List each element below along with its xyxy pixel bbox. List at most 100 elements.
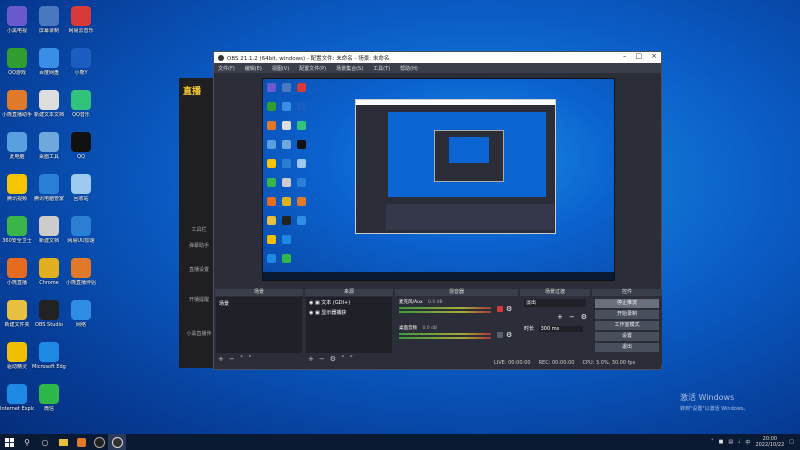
menu-edit[interactable]: 编辑(E) bbox=[245, 65, 262, 72]
preview-icon bbox=[267, 121, 276, 130]
chevron-up-icon[interactable]: ˄ bbox=[711, 439, 714, 445]
down-icon[interactable]: ˅ bbox=[350, 355, 354, 363]
desktop-icon[interactable]: 回收站 bbox=[64, 174, 98, 202]
menu-view[interactable]: 视图(V) bbox=[272, 65, 289, 72]
desktop-icon[interactable]: 网络 bbox=[64, 300, 98, 328]
scene-item[interactable]: 场景 bbox=[216, 297, 302, 310]
file-explorer-icon[interactable] bbox=[54, 434, 72, 450]
close-icon[interactable]: × bbox=[651, 52, 657, 60]
settings-button[interactable]: 设置 bbox=[595, 332, 659, 341]
menu-file[interactable]: 文件(F) bbox=[218, 65, 235, 72]
preview-icon bbox=[267, 102, 276, 111]
preview-icon bbox=[267, 197, 276, 206]
task-view-icon[interactable]: ○ bbox=[36, 434, 54, 450]
desktop-icon[interactable]: 新建文档 bbox=[32, 216, 66, 244]
desktop-slider[interactable] bbox=[399, 337, 491, 339]
remove-icon[interactable]: − bbox=[319, 355, 325, 363]
preview-icon bbox=[297, 216, 306, 225]
mic-slider[interactable] bbox=[399, 311, 491, 313]
desktop-icon[interactable]: QQ音乐 bbox=[64, 90, 98, 118]
source-item-text[interactable]: ◉ ▣ 文本 (GDI+) bbox=[306, 297, 392, 308]
app-icon bbox=[39, 216, 59, 236]
obs-taskbar-icon[interactable] bbox=[90, 434, 108, 450]
gear-icon[interactable]: ⚙ bbox=[506, 331, 512, 339]
desktop-icon-label: 此电脑 bbox=[9, 154, 25, 160]
search-icon[interactable]: ⚲ bbox=[18, 434, 36, 450]
add-icon[interactable]: + bbox=[308, 355, 314, 363]
desktop-icon[interactable]: 微信 bbox=[32, 384, 66, 412]
desktop-icon[interactable]: 网易UU加速 bbox=[64, 216, 98, 244]
down-icon[interactable]: ˅ bbox=[248, 355, 252, 363]
gear-icon[interactable]: ⚙ bbox=[506, 305, 512, 313]
preview-icon bbox=[297, 197, 306, 206]
notification-icon[interactable]: □ bbox=[789, 439, 794, 445]
add-icon[interactable]: + bbox=[557, 313, 563, 321]
exit-button[interactable]: 退出 bbox=[595, 343, 659, 352]
obs-window-title: OBS 21.1.2 (64bit, windows) - 配置文件: 未命名 … bbox=[227, 55, 390, 62]
desktop-icon[interactable]: 百度网盘 bbox=[32, 48, 66, 76]
stop-streaming-button[interactable]: 停止推流 bbox=[595, 299, 659, 308]
desktop-icon[interactable]: 新建文件夹 bbox=[0, 300, 34, 328]
gear-icon[interactable]: ⚙ bbox=[330, 355, 336, 363]
desktop-icon[interactable]: 小熊直播 bbox=[0, 258, 34, 286]
desktop-icon[interactable]: Chrome bbox=[32, 258, 66, 286]
transition-select[interactable]: 淡出 bbox=[524, 299, 586, 307]
menu-profile[interactable]: 配置文件(P) bbox=[299, 65, 326, 72]
duration-label: 时长 bbox=[524, 326, 535, 332]
desktop-icon[interactable]: 此电脑 bbox=[0, 132, 34, 160]
maximize-icon[interactable]: □ bbox=[636, 52, 643, 60]
desktop-icon[interactable]: 驱动精灵 bbox=[0, 342, 34, 370]
desktop-icon[interactable]: 网易云音乐 bbox=[64, 6, 98, 34]
desktop-icon[interactable]: QQ游戏 bbox=[0, 48, 34, 76]
obs-titlebar[interactable]: OBS 21.1.2 (64bit, windows) - 配置文件: 未命名 … bbox=[214, 52, 661, 63]
studio-mode-button[interactable]: 工作室模式 bbox=[595, 321, 659, 330]
menu-help[interactable]: 帮助(H) bbox=[400, 65, 418, 72]
desktop-icon[interactable]: QQ bbox=[64, 132, 98, 160]
start-recording-button[interactable]: 开始录制 bbox=[595, 310, 659, 319]
desktop-icon[interactable]: 小黑电视 bbox=[0, 6, 34, 34]
taskbar-clock[interactable]: 20:00 2022/10/22 bbox=[755, 436, 784, 448]
ime-icon[interactable]: 中 bbox=[745, 439, 750, 446]
source-item-display[interactable]: ◉ ▣ 显示器捕获 bbox=[306, 308, 392, 317]
desktop-icon[interactable]: 桌面工具 bbox=[32, 132, 66, 160]
start-button[interactable] bbox=[0, 434, 18, 450]
app-tray-icon[interactable]: ■ bbox=[719, 439, 724, 445]
desktop-icon[interactable]: 小熊直播伴侣 bbox=[64, 258, 98, 286]
network-icon[interactable]: ▤ bbox=[728, 439, 733, 445]
desktop-icon[interactable]: 腾讯视频 bbox=[0, 174, 34, 202]
remove-icon[interactable]: − bbox=[229, 355, 235, 363]
desktop-icon[interactable]: Microsoft Edge bbox=[32, 342, 66, 370]
lock-icon[interactable]: ▣ bbox=[315, 300, 320, 306]
obs-preview-canvas[interactable] bbox=[262, 78, 615, 281]
desktop-icon[interactable]: 腾讯电脑管家 bbox=[32, 174, 66, 202]
lock-icon[interactable]: ▣ bbox=[315, 310, 320, 316]
mute-mic-icon[interactable] bbox=[497, 306, 503, 312]
gear-icon[interactable]: ⚙ bbox=[581, 313, 587, 321]
preview-icon bbox=[267, 216, 276, 225]
desktop-icon[interactable]: Internet Explorer bbox=[0, 384, 34, 412]
speaker-icon[interactable] bbox=[497, 332, 503, 338]
remove-icon[interactable]: − bbox=[569, 313, 575, 321]
duration-input[interactable]: 300 ms bbox=[538, 326, 583, 332]
menu-scene-collection[interactable]: 场景集合(S) bbox=[336, 65, 363, 72]
eye-icon[interactable]: ◉ bbox=[309, 310, 313, 316]
desktop-icon-label: 小黑电视 bbox=[6, 28, 27, 34]
desktop-icon[interactable]: 小熊Y bbox=[64, 48, 98, 76]
obs-active-taskbar-icon[interactable] bbox=[108, 434, 126, 450]
preview-icon bbox=[282, 254, 291, 263]
desktop-icon[interactable]: 360安全卫士 bbox=[0, 216, 34, 244]
volume-icon[interactable]: ♩ bbox=[738, 439, 740, 445]
menu-tools[interactable]: 工具(T) bbox=[373, 65, 390, 72]
up-icon[interactable]: ˄ bbox=[341, 355, 345, 363]
desktop-icon[interactable]: 新建文本文档 bbox=[32, 90, 66, 118]
desktop-icon[interactable]: 小熊直播助手 bbox=[0, 90, 34, 118]
preview-icon bbox=[282, 159, 291, 168]
desktop-icon[interactable]: OBS Studio bbox=[32, 300, 66, 328]
minimize-icon[interactable]: – bbox=[623, 52, 627, 60]
up-icon[interactable]: ˄ bbox=[240, 355, 244, 363]
eye-icon[interactable]: ◉ bbox=[309, 300, 313, 306]
app-icon bbox=[39, 300, 59, 320]
add-icon[interactable]: + bbox=[218, 355, 224, 363]
desktop-icon[interactable]: 屏幕录制 bbox=[32, 6, 66, 34]
live-app-taskbar-icon[interactable] bbox=[72, 434, 90, 450]
